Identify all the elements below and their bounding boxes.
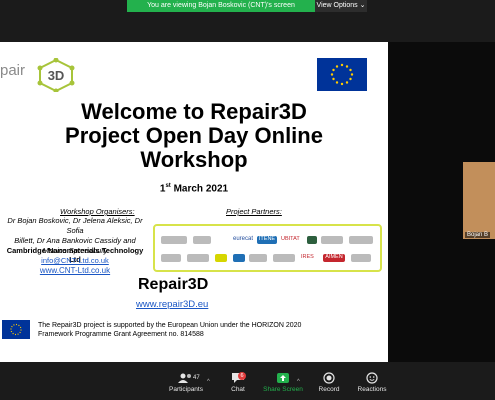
record-button[interactable]: Record bbox=[305, 372, 353, 393]
organisers-label: Workshop Organisers: bbox=[60, 207, 135, 216]
view-options-button[interactable]: View Options ⌄ bbox=[315, 0, 367, 12]
partner-logo-ubitat: UBITAT bbox=[281, 236, 300, 242]
title-line-3: Workshop bbox=[140, 147, 248, 172]
reactions-label: Reactions bbox=[357, 386, 387, 393]
organiser-website-link[interactable]: www.CNT-Ltd.co.uk bbox=[0, 266, 150, 275]
logo-3d-text: 3D bbox=[48, 68, 65, 83]
share-screen-icon bbox=[277, 373, 289, 383]
partner-logo bbox=[307, 236, 317, 244]
partner-logo bbox=[321, 236, 343, 244]
repair3d-logo-text: pair bbox=[0, 62, 26, 79]
partner-logo-ires: IRES bbox=[301, 254, 314, 260]
organiser-email-link[interactable]: info@CNT-Ltd.co.uk bbox=[0, 256, 150, 265]
funding-text: The Repair3D project is supported by the… bbox=[38, 321, 358, 339]
partner-logo bbox=[233, 254, 245, 262]
partner-logo-eurecat: eurecat bbox=[233, 236, 254, 242]
funding-line-2: Framework Programme Grant Agreement no. … bbox=[38, 331, 204, 338]
partner-logo bbox=[249, 254, 267, 262]
participants-label: Participants bbox=[169, 386, 203, 393]
record-label: Record bbox=[318, 386, 340, 393]
partner-logo bbox=[193, 236, 211, 244]
chevron-up-icon[interactable]: ^ bbox=[297, 379, 300, 385]
share-screen-label: Share Screen bbox=[263, 386, 303, 393]
participants-button[interactable]: Participants bbox=[162, 372, 210, 393]
title-line-1: Welcome to Repair3D bbox=[81, 99, 307, 124]
partner-logo bbox=[351, 254, 371, 262]
partners-label: Project Partners: bbox=[226, 207, 282, 216]
partner-logo bbox=[215, 254, 227, 262]
reactions-icon bbox=[366, 372, 378, 384]
eu-flag-icon bbox=[317, 58, 367, 91]
organisers-line-1: Dr Bojan Boskovic, Dr Jelena Aleksic, Dr… bbox=[7, 216, 143, 235]
chat-label: Chat bbox=[231, 386, 245, 393]
partner-logo bbox=[273, 254, 295, 262]
participant-name: Bojan B bbox=[465, 232, 491, 238]
brand-url-link[interactable]: www.repair3D.eu bbox=[136, 299, 208, 310]
partners-box: eurecat ITENE UBITAT IRES AIMEN bbox=[153, 224, 382, 272]
chat-unread-badge: 6 bbox=[238, 372, 246, 380]
title-line-2: Project Open Day Online bbox=[65, 123, 323, 148]
brand-name: Repair3D bbox=[138, 276, 209, 293]
partner-logo bbox=[161, 236, 187, 244]
partner-logo bbox=[349, 236, 373, 244]
viewing-banner: You are viewing Bojan Boskovic (CNT)'s s… bbox=[127, 0, 315, 12]
funding-line-1: The Repair3D project is supported by the… bbox=[38, 322, 302, 329]
partner-logo bbox=[187, 254, 209, 262]
record-icon bbox=[323, 372, 335, 384]
eu-flag-small-icon bbox=[2, 320, 30, 339]
repair3d-logo-icon: 3D bbox=[37, 58, 75, 92]
reactions-button[interactable]: Reactions bbox=[348, 372, 396, 393]
date-rest: March 2021 bbox=[170, 183, 229, 195]
partner-logo-aimen: AIMEN bbox=[323, 254, 345, 262]
organisers-line-2: Billett, Dr Ana Bankovic Cassidy and bbox=[14, 236, 136, 245]
partner-logo-itene: ITENE bbox=[257, 236, 277, 244]
slide-title: Welcome to Repair3D Project Open Day Onl… bbox=[0, 100, 388, 172]
chevron-up-icon[interactable]: ^ bbox=[207, 379, 210, 385]
participants-count: 47 bbox=[193, 375, 200, 381]
event-date: 1st March 2021 bbox=[0, 183, 388, 194]
partner-logo bbox=[161, 254, 181, 262]
participant-video-thumbnail[interactable] bbox=[463, 162, 495, 239]
